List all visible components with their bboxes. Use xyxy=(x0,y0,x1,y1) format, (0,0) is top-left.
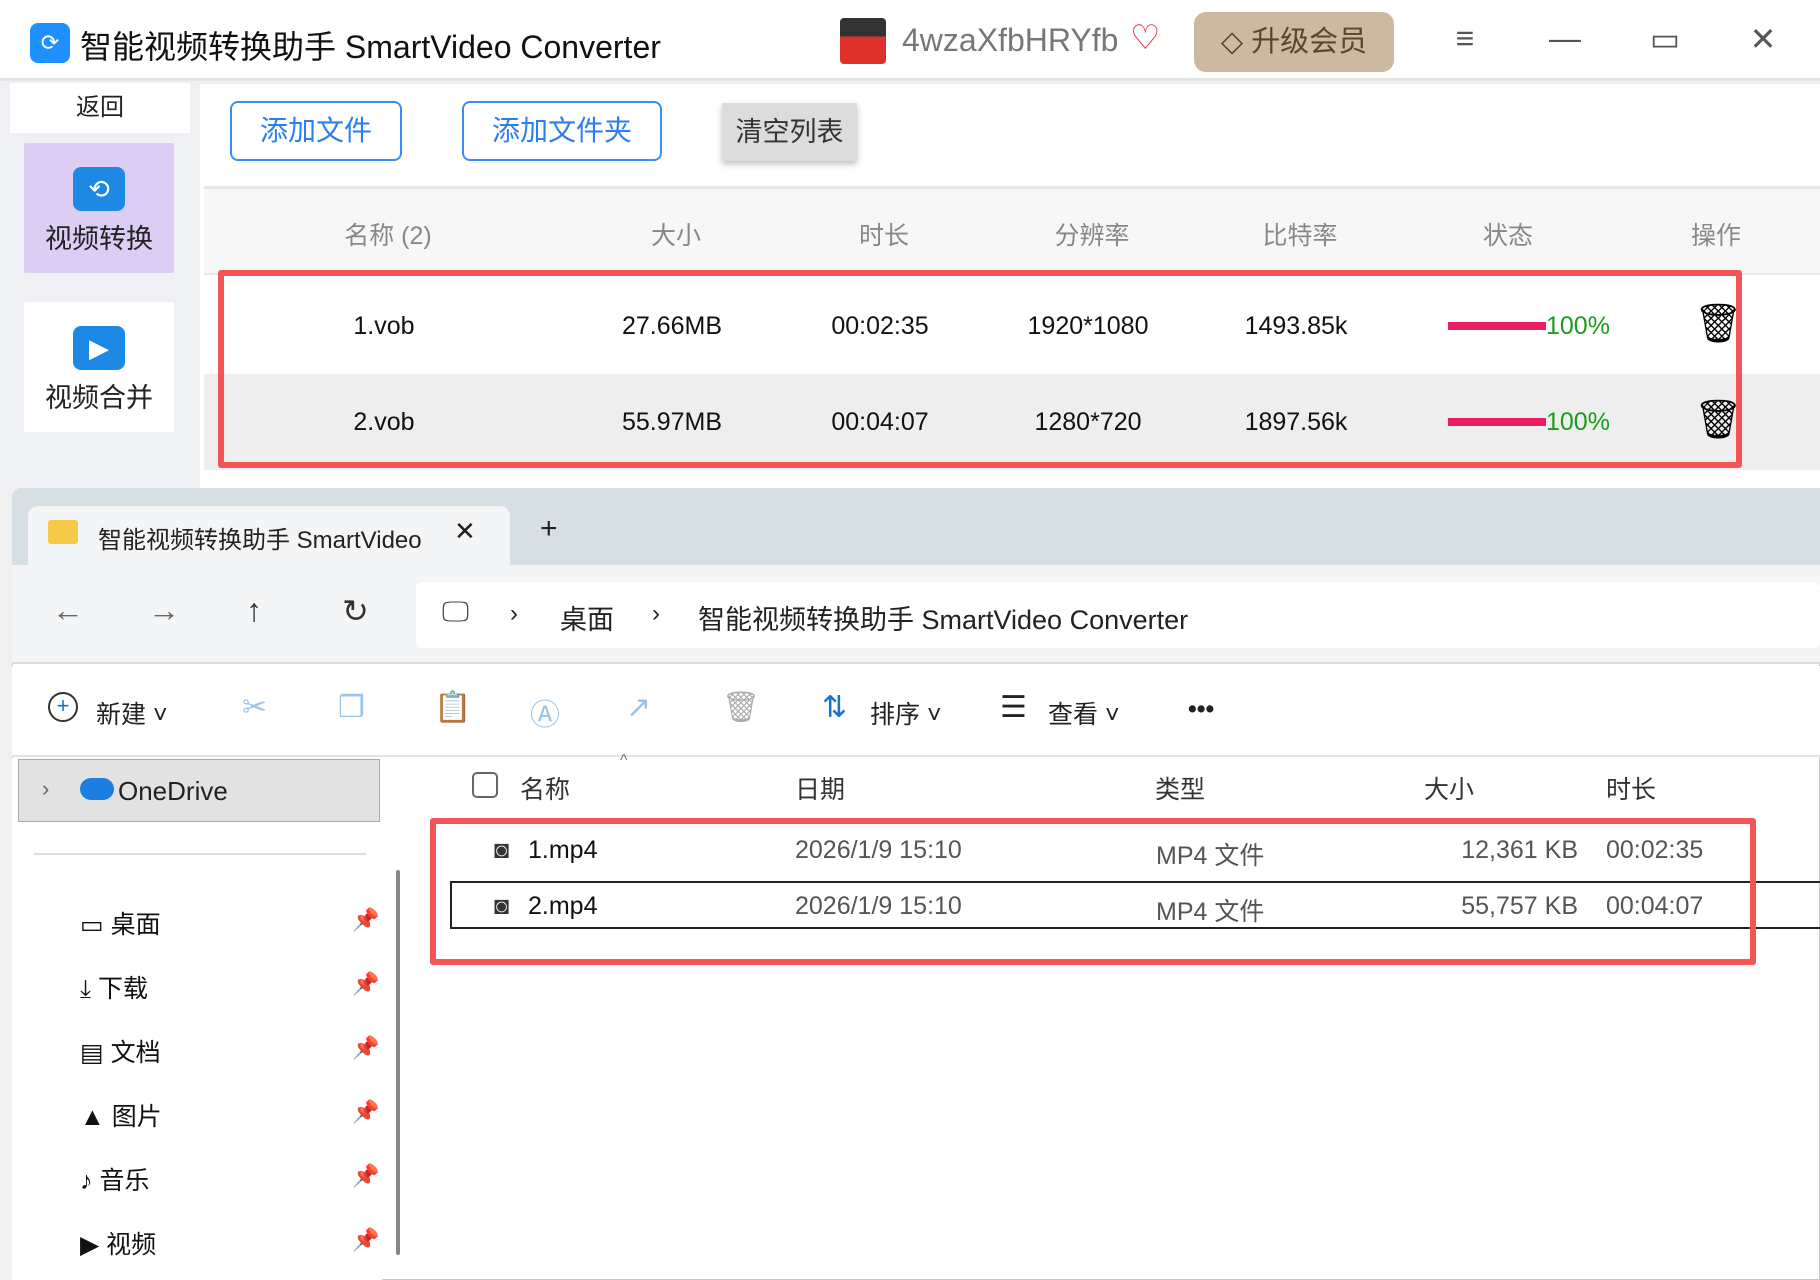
close-icon[interactable]: ✕ xyxy=(1738,20,1788,58)
folder-icon xyxy=(48,520,78,544)
sort-up-icon: ^ xyxy=(620,752,628,769)
video-merge-icon: ▶ xyxy=(73,326,125,370)
view-button[interactable]: 查看 ˅ xyxy=(1048,695,1120,731)
up-icon[interactable]: ↑ xyxy=(246,592,262,629)
sort-button[interactable]: 排序 ˅ xyxy=(870,695,942,731)
share-icon[interactable]: ↗ xyxy=(626,690,651,725)
pin-icon[interactable]: 📌 xyxy=(352,971,379,997)
divider xyxy=(34,853,366,855)
sort-icon: ⇅ xyxy=(822,691,848,724)
new-button[interactable]: 新建 ˅ xyxy=(96,695,168,731)
col-name: 名称 (2) xyxy=(344,222,432,250)
col-size: 大小 xyxy=(650,222,701,250)
new-tab-icon[interactable]: + xyxy=(540,512,558,546)
nav-desktop[interactable]: ▭ 桌面 xyxy=(80,905,161,941)
sidebar-item-merge[interactable]: ▶ 视频合并 xyxy=(24,302,174,432)
delete-icon[interactable]: 🗑 xyxy=(722,690,760,725)
nav-label: 图片 xyxy=(111,1103,162,1131)
upgrade-button[interactable]: ◇ 升级会员 xyxy=(1194,12,1394,72)
app-title: 智能视频转换助手 SmartVideo Converter xyxy=(80,29,661,65)
col-action: 操作 xyxy=(1690,222,1741,250)
sidebar-item-convert[interactable]: ⟲ 视频转换 xyxy=(24,143,174,273)
view-label: 查看 xyxy=(1048,701,1099,729)
navigation-pane xyxy=(12,758,382,1280)
forward-icon[interactable]: → xyxy=(148,592,180,629)
new-icon: + xyxy=(48,692,78,722)
pin-icon[interactable]: 📌 xyxy=(352,1163,379,1189)
col-type[interactable]: 类型 xyxy=(1155,770,1205,806)
menu-icon[interactable]: ≡ xyxy=(1440,20,1490,57)
breadcrumb-folder[interactable]: 智能视频转换助手 SmartVideo Converter xyxy=(698,598,1188,637)
nav-label: 下载 xyxy=(98,975,149,1003)
col-date[interactable]: 日期 xyxy=(795,770,845,806)
vip-badge-icon: ♡ xyxy=(1130,19,1161,57)
nav-pictures[interactable]: ▲ 图片 xyxy=(80,1097,162,1133)
highlight-box xyxy=(430,818,1756,965)
sort-label: 排序 xyxy=(870,701,921,729)
add-folder-button[interactable]: 添加文件夹 xyxy=(462,101,662,161)
select-all-checkbox[interactable] xyxy=(472,772,498,798)
minimize-icon[interactable]: — xyxy=(1540,20,1590,57)
nav-label: 桌面 xyxy=(110,911,161,939)
col-resolution: 分辨率 xyxy=(1054,222,1130,250)
view-icon: ☰ xyxy=(1000,691,1027,724)
breadcrumb-desktop[interactable]: 桌面 xyxy=(560,598,614,637)
pin-icon[interactable]: 📌 xyxy=(352,1035,379,1061)
tab-title: 智能视频转换助手 SmartVideo xyxy=(98,527,422,554)
sidebar-item-label: 视频转换 xyxy=(45,224,153,254)
computer-icon: 🖵 xyxy=(442,596,469,627)
nav-label: 音乐 xyxy=(99,1167,150,1195)
pin-icon[interactable]: 📌 xyxy=(352,1227,379,1253)
cut-icon[interactable]: ✂ xyxy=(242,690,267,725)
paste-icon[interactable]: 📋 xyxy=(434,690,471,725)
onedrive-label: OneDrive xyxy=(118,776,228,806)
new-label: 新建 xyxy=(96,701,147,729)
nav-downloads[interactable]: ⤓ 下载 xyxy=(80,969,148,1005)
col-duration: 时长 xyxy=(858,222,909,250)
nav-videos[interactable]: ▶ 视频 xyxy=(80,1225,156,1261)
upgrade-label: 升级会员 xyxy=(1251,26,1368,58)
scrollbar[interactable] xyxy=(396,870,400,1255)
username: 4wzaXfbHRYfb xyxy=(902,22,1119,58)
nav-label: 文档 xyxy=(110,1039,161,1067)
nav-music[interactable]: ♪ 音乐 xyxy=(80,1161,149,1197)
expand-icon[interactable]: › xyxy=(42,776,49,802)
col-status: 状态 xyxy=(1482,222,1533,250)
chevron-right-icon: › xyxy=(510,600,518,627)
col-size[interactable]: 大小 xyxy=(1424,770,1474,806)
col-duration[interactable]: 时长 xyxy=(1606,770,1656,806)
video-convert-icon: ⟲ xyxy=(73,167,125,211)
sidebar-item-label: 视频合并 xyxy=(45,383,153,413)
back-button[interactable]: 返回 xyxy=(10,83,190,133)
highlight-box xyxy=(218,270,1742,468)
rename-icon[interactable]: Ⓐ xyxy=(530,690,560,734)
col-bitrate: 比特率 xyxy=(1262,222,1338,250)
app-logo-icon: ⟳ xyxy=(30,23,70,63)
pin-icon[interactable]: 📌 xyxy=(352,907,379,933)
copy-icon[interactable]: ❐ xyxy=(338,690,365,725)
refresh-icon[interactable]: ↻ xyxy=(342,592,369,630)
chevron-right-icon: › xyxy=(652,600,660,627)
back-icon[interactable]: ← xyxy=(52,592,84,629)
onedrive-icon xyxy=(80,778,114,800)
nav-label: 视频 xyxy=(106,1231,157,1259)
col-name[interactable]: 名称 xyxy=(520,770,570,806)
close-tab-icon[interactable]: ✕ xyxy=(454,516,476,547)
add-file-button[interactable]: 添加文件 xyxy=(230,101,402,161)
maximize-icon[interactable]: ▭ xyxy=(1640,20,1690,58)
more-button[interactable]: ••• xyxy=(1188,695,1214,724)
nav-documents[interactable]: ▤ 文档 xyxy=(80,1033,161,1069)
avatar[interactable] xyxy=(840,18,886,64)
clear-list-button[interactable]: 清空列表 xyxy=(722,103,857,161)
pin-icon[interactable]: 📌 xyxy=(352,1099,379,1125)
